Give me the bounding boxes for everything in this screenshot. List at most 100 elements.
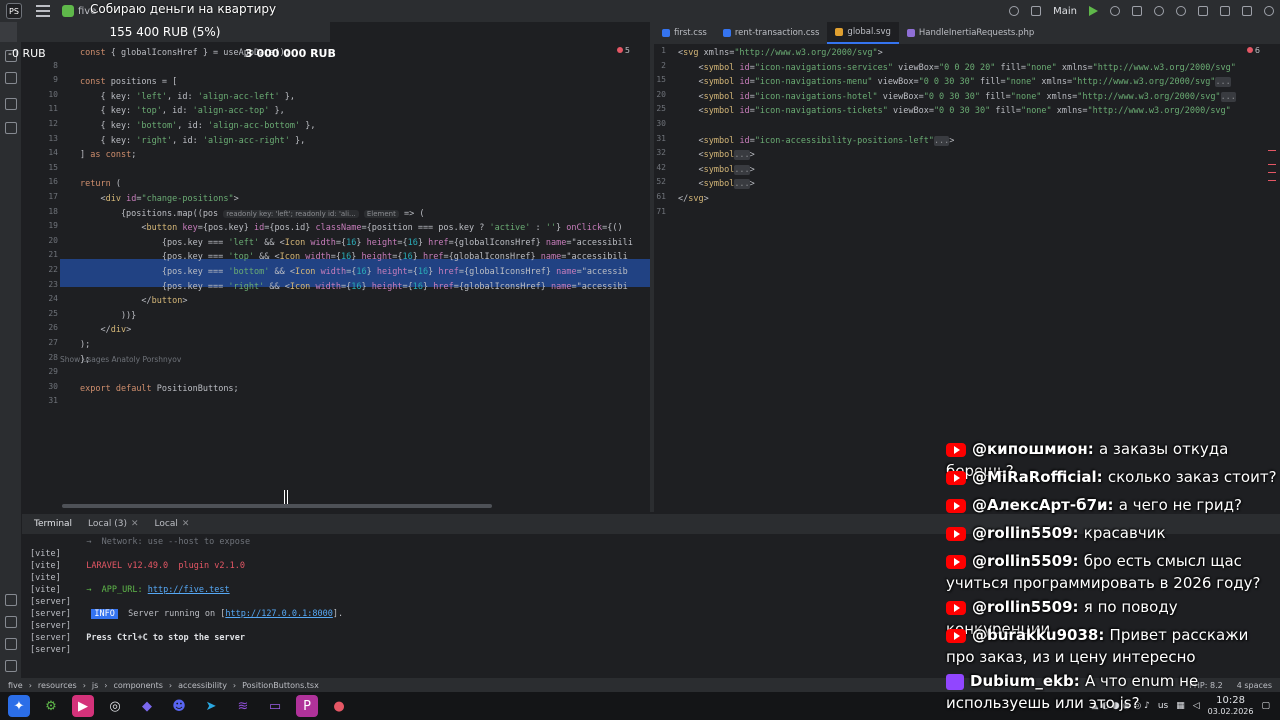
youtube-icon <box>946 600 966 615</box>
code-line[interactable]: <button key={pos.key} id={pos.id} classN… <box>80 221 622 235</box>
code-line[interactable]: {pos.key === 'bottom' && <Icon width={16… <box>80 265 628 279</box>
close-icon[interactable] <box>1264 6 1274 16</box>
code-line[interactable]: ] as const; <box>80 148 136 162</box>
more-tools-icon[interactable] <box>5 122 17 134</box>
tab-first-css[interactable]: first.css <box>654 22 715 44</box>
services-tool-icon[interactable] <box>5 594 17 606</box>
code-line[interactable]: <symbol...> <box>678 177 755 191</box>
line-number-gutter: 8 9 10 11 12 13 14 15 16 17 18 19 20 21 22 23 24 25 26 27 28… <box>22 42 60 512</box>
breadcrumb-item[interactable]: accessibility <box>178 681 227 690</box>
code-line[interactable]: </svg> <box>678 192 709 206</box>
tab-global-svg[interactable]: global.svg <box>827 22 899 44</box>
git-tool-icon[interactable] <box>5 660 17 672</box>
code-line[interactable]: ); <box>80 338 90 352</box>
code-line[interactable]: <symbol...> <box>678 163 755 177</box>
run-config-selector[interactable]: Main <box>1053 6 1077 17</box>
structure-tool-icon[interactable] <box>5 98 17 110</box>
search-icon[interactable] <box>1176 6 1186 16</box>
code-line[interactable]: <symbol...> <box>678 148 755 162</box>
tab-handleinertiarequests-php[interactable]: HandleInertiaRequests.php <box>899 22 1042 44</box>
browser-app-icon[interactable]: ◆ <box>136 695 158 717</box>
error-indicator[interactable]: 5 <box>616 46 630 55</box>
settings-app-icon[interactable]: ⚙ <box>40 695 62 717</box>
code-line[interactable]: <symbol id="icon-accessibility-positions… <box>678 134 954 148</box>
code-line[interactable]: <symbol id="icon-navigations-services" v… <box>678 61 1235 75</box>
code-line[interactable]: <div id="change-positions"> <box>80 192 238 206</box>
obs-app-icon[interactable]: ◎ <box>104 695 126 717</box>
horizontal-scrollbar[interactable] <box>62 504 492 508</box>
code-area[interactable]: const { globalIconsHref } = useAppData()… <box>60 42 650 512</box>
error-stripe-mark[interactable] <box>1268 150 1276 151</box>
breadcrumb-item[interactable]: PositionButtons.tsx <box>242 681 319 690</box>
editor-app-icon[interactable]: ≋ <box>232 695 254 717</box>
settings-icon[interactable] <box>1198 6 1208 16</box>
breadcrumb-item[interactable]: resources <box>38 681 77 690</box>
more-actions-icon[interactable] <box>1132 6 1142 16</box>
code-vision-usages[interactable]: Show usages Anatoly Porshnyov <box>60 355 181 364</box>
tab-rent-transaction-css[interactable]: rent-transaction.css <box>715 22 828 44</box>
code-line[interactable]: { key: 'right', id: 'align-acc-right' }, <box>80 134 305 148</box>
phpstorm-app-icon[interactable]: P <box>296 695 318 717</box>
start-menu-icon[interactable]: ✦ <box>8 695 30 717</box>
breadcrumb-item[interactable]: js <box>92 681 98 690</box>
close-icon[interactable]: ✕ <box>131 519 139 529</box>
maximize-icon[interactable] <box>1242 6 1252 16</box>
code-line[interactable]: </button> <box>80 294 187 308</box>
inlay-type-hint: Element <box>363 209 399 218</box>
project-badge-icon[interactable] <box>62 5 74 17</box>
code-editor-left[interactable]: 8 9 10 11 12 13 14 15 16 17 18 19 20 21 22 23 24 25 26 27 28… <box>22 42 650 512</box>
telegram-app-icon[interactable]: ➤ <box>200 695 222 717</box>
line-number: 29 <box>48 367 58 377</box>
close-icon[interactable]: ✕ <box>182 519 190 529</box>
code-line[interactable]: { key: 'top', id: 'align-acc-top' }, <box>80 104 284 118</box>
tab-local[interactable]: Local ✕ <box>149 517 196 531</box>
youtube-icon <box>946 526 966 541</box>
code-line[interactable]: <symbol id="icon-navigations-hotel" view… <box>678 90 1236 104</box>
code-line[interactable]: const positions = [ <box>80 75 177 89</box>
code-line[interactable]: <symbol id="icon-navigations-tickets" vi… <box>678 104 1230 118</box>
breadcrumb-item[interactable]: components <box>113 681 162 690</box>
line-number: 18 <box>48 206 58 216</box>
run-icon[interactable] <box>1089 6 1098 16</box>
terminal-prefix: [server] <box>30 645 77 655</box>
error-stripe-mark[interactable] <box>1268 172 1276 173</box>
minimize-icon[interactable] <box>1220 6 1230 16</box>
code-line[interactable]: {pos.key === 'left' && <Icon width={16} … <box>80 236 633 250</box>
line-number: 61 <box>656 192 666 201</box>
error-stripe-mark[interactable] <box>1268 164 1276 165</box>
hamburger-menu-icon[interactable] <box>36 5 50 17</box>
device-icon[interactable] <box>1031 6 1042 16</box>
code-line[interactable]: { key: 'bottom', id: 'align-acc-bottom' … <box>80 119 315 133</box>
code-line[interactable]: { key: 'left', id: 'align-acc-left' }, <box>80 90 295 104</box>
code-line[interactable]: {pos.key === 'top' && <Icon width={16} h… <box>80 250 628 264</box>
code-line[interactable]: export default PositionButtons; <box>80 382 239 396</box>
code-line[interactable]: ))} <box>80 309 136 323</box>
recorder-app-icon[interactable]: ● <box>328 695 350 717</box>
error-indicator-right[interactable]: 6 <box>1246 46 1260 55</box>
code-line[interactable]: {pos.key === 'right' && <Icon width={16}… <box>80 280 628 294</box>
discord-app-icon[interactable]: ☻ <box>168 695 190 717</box>
error-stripe-mark[interactable] <box>1268 180 1276 181</box>
code-line[interactable]: </div> <box>80 323 131 337</box>
breadcrumb-separator-icon: › <box>232 680 237 690</box>
code-line[interactable]: return ( <box>80 177 121 191</box>
terminal-tool-icon[interactable] <box>5 616 17 628</box>
files-app-icon[interactable]: ▭ <box>264 695 286 717</box>
chat-author: @rollin5509: <box>972 598 1084 616</box>
notifications-icon[interactable] <box>1154 6 1164 16</box>
tab-label: rent-transaction.css <box>734 28 820 38</box>
ide-app-icon[interactable]: ▶ <box>72 695 94 717</box>
problems-tool-icon[interactable] <box>5 638 17 650</box>
tab-local-3[interactable]: Local (3) ✕ <box>82 517 144 531</box>
code-line[interactable]: <symbol id="icon-navigations-menu" viewB… <box>678 75 1231 89</box>
debug-icon[interactable] <box>1110 6 1120 16</box>
settings-gear-icon[interactable] <box>1009 6 1020 16</box>
commit-tool-icon[interactable] <box>5 72 17 84</box>
tab-terminal[interactable]: Terminal <box>28 517 78 531</box>
ide-logo-icon[interactable]: PS <box>6 3 22 19</box>
breadcrumb-item[interactable]: five <box>8 681 23 690</box>
terminal-line: [server] INFO Server running on [http://… <box>30 608 343 620</box>
code-line[interactable]: <svg xmlns="http://www.w3.org/2000/svg"> <box>678 46 883 60</box>
code-line[interactable]: {positions.map((pos readonly key: 'left'… <box>80 207 425 221</box>
inlay-hint: readonly key: 'left'; readonly id: 'ali.… <box>223 209 359 218</box>
